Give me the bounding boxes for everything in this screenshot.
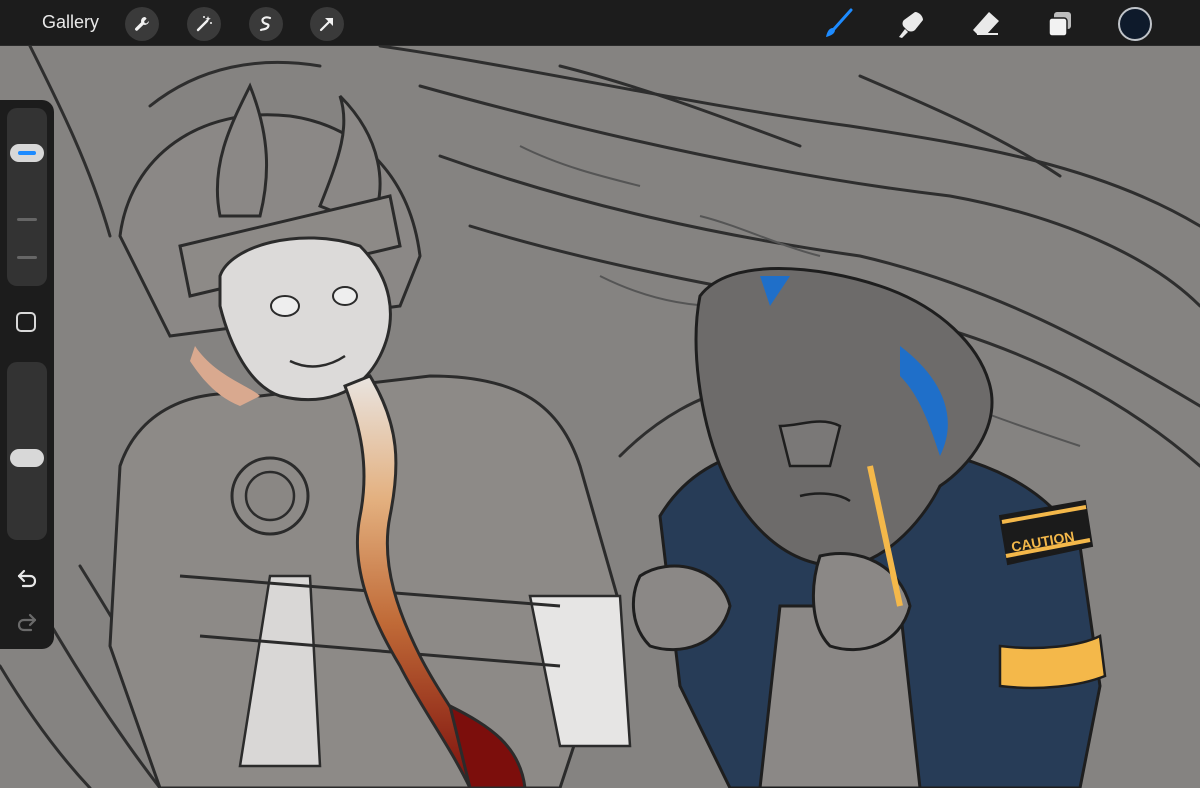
transform-arrow-icon[interactable] [310, 7, 344, 41]
eraser-icon[interactable] [968, 6, 1004, 42]
redo-icon[interactable] [14, 610, 40, 634]
layers-icon[interactable] [1042, 6, 1078, 42]
brush-icon[interactable] [820, 6, 856, 42]
modify-button[interactable] [16, 312, 36, 332]
artwork: CAUTION [0, 46, 1200, 788]
drawing-canvas[interactable]: CAUTION [0, 46, 1200, 788]
brush-size-slider[interactable] [7, 108, 47, 286]
left-sidebar [0, 100, 54, 649]
gallery-button[interactable]: Gallery [42, 12, 99, 33]
opacity-thumb[interactable] [10, 449, 44, 468]
selection-icon[interactable] [249, 7, 283, 41]
color-picker-button[interactable] [1118, 7, 1152, 41]
undo-icon[interactable] [14, 566, 40, 590]
brush-size-thumb[interactable] [10, 143, 44, 162]
opacity-slider[interactable] [7, 362, 47, 540]
top-toolbar: Gallery [0, 0, 1200, 46]
magic-wand-icon[interactable] [187, 7, 221, 41]
slider-tick [17, 218, 37, 221]
wrench-icon[interactable] [125, 7, 159, 41]
smudge-icon[interactable] [893, 6, 929, 42]
slider-tick [17, 256, 37, 259]
